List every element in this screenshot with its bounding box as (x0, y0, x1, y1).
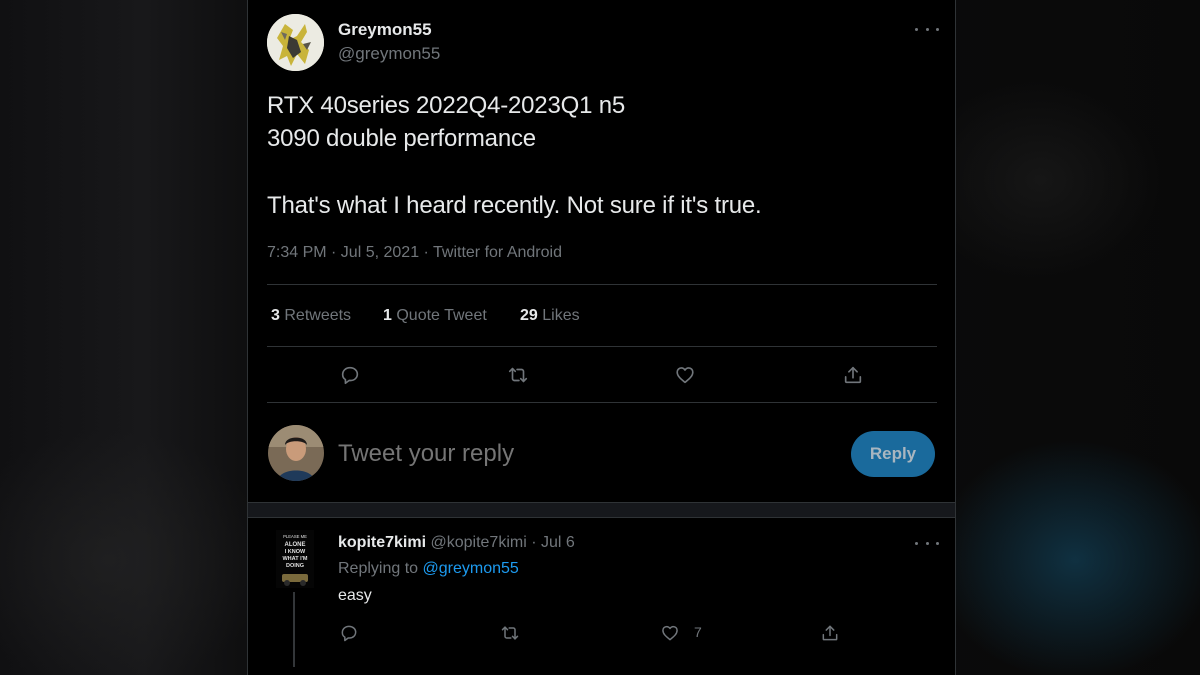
reply-reply-icon[interactable] (335, 619, 363, 647)
reply-share-icon[interactable] (816, 619, 844, 647)
svg-text:I KNOW: I KNOW (285, 549, 306, 555)
likes-label: Likes (542, 307, 580, 324)
reply-button[interactable]: Reply (851, 431, 935, 477)
author-display-name[interactable]: Greymon55 (338, 20, 432, 40)
likes-count: 29 (520, 307, 538, 324)
share-icon[interactable] (839, 361, 867, 389)
like-icon[interactable] (671, 361, 699, 389)
quotes-count: 1 (383, 307, 392, 324)
likes-stat[interactable]: 29 Likes (520, 307, 580, 325)
tweet-text-line-2: 3090 double performance (267, 125, 536, 152)
replying-to: Replying to @greymon55 (338, 560, 519, 578)
reply-header: kopite7kimi @kopite7kimi · Jul 6 (338, 534, 575, 552)
tweet-panel: Greymon55 @greymon55 RTX 40series 2022Q4… (247, 0, 956, 675)
reply-date[interactable]: Jul 6 (541, 534, 575, 551)
reply-more-options-icon[interactable] (915, 536, 939, 550)
tweet-text-line-1: RTX 40series 2022Q4-2023Q1 n5 (267, 92, 625, 119)
reply-author-avatar[interactable]: PLEASE ME ALONE I KNOW WHAT I'M DOING (276, 530, 314, 588)
reply-like-count: 7 (694, 624, 702, 640)
reply-input[interactable] (338, 436, 818, 472)
retweets-label: Retweets (284, 307, 352, 324)
retweets-count: 3 (271, 307, 280, 324)
reply-icon[interactable] (336, 361, 364, 389)
author-avatar[interactable] (267, 14, 324, 71)
divider (267, 346, 937, 347)
divider (267, 402, 937, 403)
replying-to-handle[interactable]: @greymon55 (423, 560, 519, 577)
reply-handle[interactable]: @kopite7kimi (430, 534, 526, 551)
user-avatar[interactable] (268, 425, 324, 481)
reply-retweet-icon[interactable] (496, 619, 524, 647)
svg-text:ALONE: ALONE (285, 542, 306, 548)
retweets-stat[interactable]: 3 Retweets (271, 307, 351, 325)
tweet-text-line-3: That's what I heard recently. Not sure i… (267, 192, 762, 219)
reply-text: easy (338, 587, 372, 604)
reply-like-icon[interactable] (656, 619, 684, 647)
svg-text:PLEASE ME: PLEASE ME (283, 534, 307, 539)
retweet-icon[interactable] (504, 361, 532, 389)
thread-line (293, 592, 295, 667)
quotes-label: Quote Tweet (396, 307, 487, 324)
divider (267, 284, 937, 285)
reply-display-name[interactable]: kopite7kimi (338, 534, 426, 551)
svg-text:DOING: DOING (286, 563, 304, 569)
quote-tweets-stat[interactable]: 1 Quote Tweet (383, 307, 487, 325)
author-handle[interactable]: @greymon55 (338, 44, 440, 64)
more-options-icon[interactable] (915, 22, 939, 36)
reply-button-label: Reply (869, 444, 917, 463)
replying-to-label: Replying to (338, 560, 419, 577)
svg-text:WHAT I'M: WHAT I'M (282, 556, 307, 562)
tweet-meta[interactable]: 7:34 PM · Jul 5, 2021 · Twitter for Andr… (267, 244, 562, 262)
section-separator (248, 502, 955, 518)
reply-separator: · (531, 534, 537, 551)
